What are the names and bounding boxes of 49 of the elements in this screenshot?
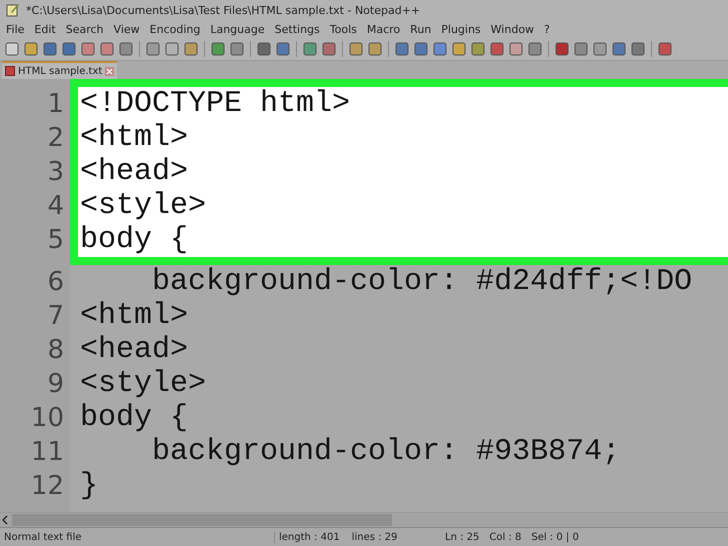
menu-item[interactable]: Run xyxy=(406,22,436,36)
length-status: length : 401 xyxy=(279,532,340,542)
line-number: 12 xyxy=(30,470,65,503)
line-number: 10 xyxy=(30,402,65,435)
code-line: <html> xyxy=(80,121,190,155)
code-line: body { xyxy=(80,401,190,435)
menu-item[interactable]: Encoding xyxy=(146,22,204,36)
line-number: 5 xyxy=(46,224,65,257)
line-status: Ln : 25 xyxy=(445,532,480,542)
menu-item[interactable]: Window xyxy=(486,22,538,36)
menu-item[interactable]: Macro xyxy=(362,22,404,36)
selection-status: Sel : 0 | 0 xyxy=(531,532,579,542)
code-line: <!DOCTYPE html> xyxy=(80,87,352,121)
line-number: 3 xyxy=(46,156,65,189)
code-line: } xyxy=(80,469,100,503)
tab-label: HTML sample.txt xyxy=(18,66,102,76)
menu-item[interactable]: Search xyxy=(62,22,108,36)
line-number: 6 xyxy=(46,266,65,299)
line-number: 11 xyxy=(30,436,65,469)
file-icon xyxy=(5,66,15,76)
file-tab[interactable]: HTML sample.txt xyxy=(2,61,118,79)
code-line: background-color: #93B874; xyxy=(151,435,622,469)
menu-item[interactable]: Language xyxy=(206,22,269,36)
code-line: <head> xyxy=(80,333,190,367)
code-line: body { xyxy=(80,223,190,257)
code-line: <style> xyxy=(80,189,208,223)
code-line: <style> xyxy=(80,367,208,401)
line-number: 4 xyxy=(46,190,65,223)
file-type-status: Normal text file xyxy=(0,532,275,542)
line-number: 2 xyxy=(46,122,65,155)
menu-item[interactable]: Settings xyxy=(270,22,324,36)
menu-item[interactable]: View xyxy=(110,22,144,36)
menu-item[interactable]: Plugins xyxy=(437,22,485,36)
code-line: <head> xyxy=(80,155,190,189)
code-line: background-color: #d24dff;<!DO xyxy=(151,265,694,299)
line-number: 7 xyxy=(46,300,65,333)
line-number: 1 xyxy=(46,88,65,121)
scrollbar-thumb[interactable] xyxy=(12,514,392,526)
window-title: *C:\Users\Lisa\Documents\Lisa\Test Files\HTML sample.txt - Notepad++ xyxy=(26,4,420,16)
menu-item[interactable]: ? xyxy=(540,22,554,36)
menu-item[interactable]: File xyxy=(2,22,28,36)
column-status: Col : 8 xyxy=(489,532,522,542)
line-number: 8 xyxy=(46,334,65,367)
line-number: 9 xyxy=(46,368,65,401)
code-line: <html> xyxy=(80,299,190,333)
menu-item[interactable]: Tools xyxy=(326,22,361,36)
lines-status: lines : 29 xyxy=(352,532,398,542)
notepad-icon xyxy=(6,3,20,17)
menu-item[interactable]: Edit xyxy=(30,22,60,36)
